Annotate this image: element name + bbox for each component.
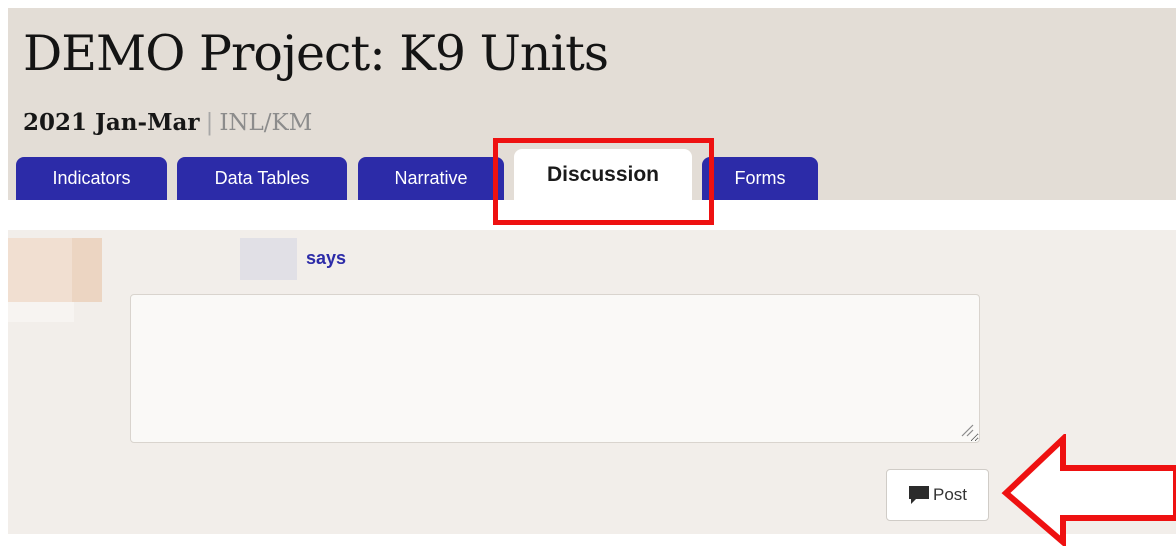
resize-grip-icon[interactable]	[960, 423, 974, 437]
project-subtitle: 2021 Jan-Mar | INL/KM	[23, 106, 312, 140]
tab-label: Data Tables	[214, 168, 310, 188]
avatar-shadow	[8, 302, 74, 322]
tab-data-tables[interactable]: Data Tables	[177, 157, 347, 200]
avatar	[8, 238, 102, 302]
discussion-panel: says Post	[8, 230, 1176, 534]
comment-icon	[908, 486, 929, 504]
subtitle-separator: |	[205, 110, 214, 136]
reporting-period: 2021 Jan-Mar	[23, 109, 200, 136]
comment-textarea[interactable]	[130, 294, 980, 443]
post-button[interactable]: Post	[886, 469, 989, 521]
tab-label: Forms	[734, 168, 786, 188]
says-label: says	[306, 248, 347, 268]
user-name-placeholder	[240, 238, 297, 280]
tab-indicators[interactable]: Indicators	[16, 157, 167, 200]
tab-label: Discussion	[546, 162, 660, 186]
tab-discussion[interactable]: Discussion	[514, 149, 692, 200]
tab-narrative[interactable]: Narrative	[358, 157, 504, 200]
page: DEMO Project: K9 Units 2021 Jan-Mar | INL/…	[0, 0, 1176, 546]
tab-forms[interactable]: Forms	[702, 157, 818, 200]
page-title: DEMO Project: K9 Units	[23, 25, 609, 82]
tab-label: Indicators	[52, 168, 131, 188]
organization-code: INL/KM	[219, 110, 313, 136]
post-button-label: Post	[932, 485, 968, 504]
tab-label: Narrative	[394, 168, 468, 188]
